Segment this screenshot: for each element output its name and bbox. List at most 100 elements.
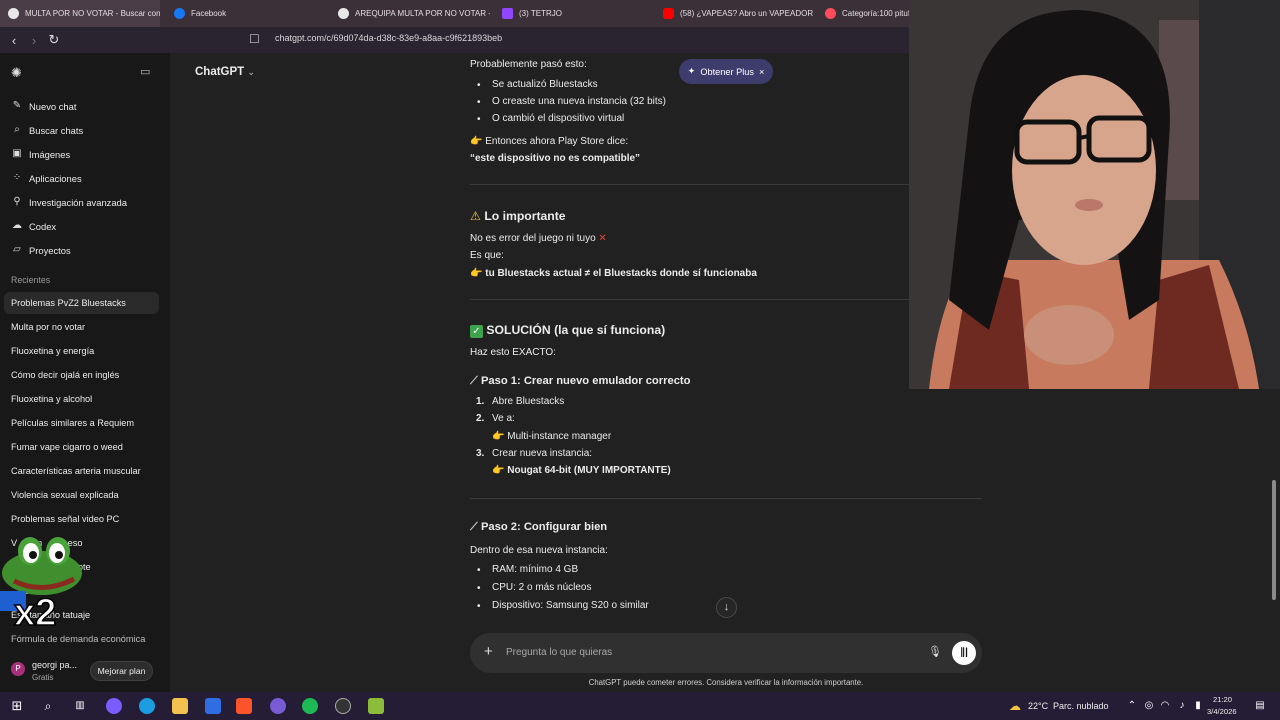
chat-item[interactable]: Multa por no votar (0, 316, 166, 338)
mail-icon[interactable] (205, 698, 221, 714)
sidebar-toggle-icon[interactable]: ▭ (140, 65, 150, 78)
divider (470, 299, 982, 300)
volume-icon[interactable]: ♪ (1174, 698, 1190, 714)
bullet-dot: • (477, 114, 481, 125)
chevron-up-icon[interactable]: ⌃ (1124, 698, 1140, 714)
message-text: 👉 tu Bluestacks actual ≠ el Bluestacks d… (470, 268, 757, 279)
sidebar-item-images[interactable]: ▣ Imágenes (0, 143, 168, 165)
bluestacks-icon[interactable] (368, 698, 384, 714)
message-text: No es error del juego ni tuyo ✕ (470, 233, 607, 244)
important-heading: Lo importante (484, 209, 566, 223)
battery-icon[interactable]: ▮ (1190, 698, 1206, 714)
edge-icon[interactable] (139, 698, 155, 714)
discord-icon[interactable] (270, 698, 286, 714)
sidebar-item-projects[interactable]: ▱ Proyectos (0, 239, 168, 261)
bullet-dot: • (477, 97, 481, 108)
chat-item[interactable]: Problemas señal video PC (0, 508, 166, 530)
task-view-icon[interactable]: ▥ (72, 698, 88, 714)
chat-item[interactable]: Violencia sexual explicada (0, 484, 166, 506)
sidebar-item-label: Imágenes (29, 148, 71, 160)
chat-item[interactable]: Características arteria muscular (0, 460, 166, 482)
avatar: P (11, 662, 25, 676)
browser-tab[interactable]: Facebook (166, 0, 326, 27)
wand-icon: ⟋ (470, 375, 478, 387)
bullet-dot: • (477, 601, 481, 612)
chat-item[interactable]: Fluoxetina y energía (0, 340, 166, 362)
model-title: ChatGPT (195, 66, 245, 78)
notification-icon[interactable]: ▤ (1252, 698, 1268, 714)
app-tray-icon[interactable]: ◎ (1141, 698, 1157, 714)
chat-item[interactable]: Problemas PvZ2 Bluestacks (4, 292, 159, 314)
section-heading: ⚠ Lo importante (470, 209, 566, 223)
file-explorer-icon[interactable] (172, 698, 188, 714)
upgrade-plan-button[interactable]: Mejorar plan (90, 661, 153, 681)
step1-heading: Paso 1: Crear nuevo emulador correcto (480, 375, 691, 387)
prompt-input[interactable]: Pregunta lo que quieras (506, 647, 612, 658)
image-icon: ▣ (12, 148, 22, 159)
spotify-icon[interactable] (302, 698, 318, 714)
cloud-code-icon: ☁ (12, 220, 22, 231)
bookmark-icon[interactable]: ☐ (249, 32, 260, 46)
frog-text: x2 (14, 592, 56, 633)
twitch-icon (502, 8, 513, 19)
search-icon[interactable]: ⌕ (40, 698, 56, 714)
step-heading: ⟋ Paso 1: Crear nuevo emulador correcto (470, 375, 690, 388)
browser-tab[interactable]: (58) ¿VAPEAS? Abro un VAPEADOR c (655, 0, 815, 27)
plus-icon[interactable]: + (484, 643, 493, 660)
wifi-icon[interactable]: ◠ (1157, 698, 1173, 714)
quote-text: “este dispositivo no es compatible” (470, 153, 641, 164)
profile-section[interactable]: P georgi pa... Gratis Mejorar plan (0, 652, 170, 692)
browser-tab[interactable]: MULTA POR NO VOTAR - Buscar con (0, 0, 160, 27)
list-number: 2. (476, 413, 485, 424)
waveform-icon: ∥| (960, 647, 968, 658)
sidebar-item-codex[interactable]: ☁ Codex (0, 215, 168, 237)
obs-icon[interactable] (335, 698, 351, 714)
openai-logo-icon[interactable]: ✺ (11, 65, 22, 81)
clock-time[interactable]: 21:20 (1213, 695, 1232, 704)
sidebar-item-label: Nuevo chat (29, 100, 77, 112)
copilot-icon[interactable] (106, 698, 122, 714)
weather-desc[interactable]: Parc. nublado (1053, 701, 1109, 711)
sidebar-item-search[interactable]: ⌕ Buscar chats (0, 119, 168, 141)
scrollbar[interactable] (1272, 480, 1276, 600)
reload-icon[interactable]: ↻ (44, 32, 64, 48)
browser-tab[interactable]: AREQUIPA MULTA POR NO VOTAR - (330, 0, 490, 27)
brave-icon[interactable] (236, 698, 252, 714)
sidebar-item-new-chat[interactable]: ✎ Nuevo chat (0, 95, 168, 117)
list-number: 3. (476, 448, 485, 459)
sidebar-item-label: Codex (29, 220, 57, 232)
browser-tab[interactable]: Categoría:100 pitufo (817, 0, 909, 27)
pencil-square-icon: ✎ (12, 100, 22, 111)
playstore-line: Entonces ahora Play Store dice: (485, 136, 629, 147)
windows-start-icon[interactable]: ⊞ (9, 698, 25, 714)
weather-icon: ☁ (1009, 699, 1021, 713)
pointing-hand-icon: 👉 (470, 268, 483, 279)
forward-arrow-icon[interactable]: › (24, 33, 44, 48)
clock-date[interactable]: 3/4/2026 (1207, 707, 1237, 716)
scroll-down-button[interactable]: ↓ (716, 597, 737, 618)
chat-item[interactable]: Fumar vape cigarro o weed (0, 436, 166, 458)
microphone-icon[interactable]: 🎙 (928, 645, 942, 658)
sidebar-item-deep-research[interactable]: ⚲ Investigación avanzada (0, 191, 168, 213)
model-selector[interactable]: ChatGPT ⌄ (195, 66, 255, 78)
url-field[interactable]: chatgpt.com/c/69d074da-d38c-83e9-a8aa-c9… (275, 33, 502, 43)
list-item: Se actualizó Bluestacks (492, 79, 598, 90)
chat-item[interactable]: Cómo decir ojalá en inglés (0, 364, 166, 386)
frog-sticker-overlay: x2 (0, 537, 82, 633)
bullet-dot: • (477, 583, 481, 594)
list-item: RAM: mínimo 4 GB (492, 564, 579, 575)
chat-item[interactable]: Películas similares a Requiem (0, 412, 166, 434)
voice-mode-button[interactable]: ∥| (952, 641, 976, 665)
sub-item-text: Nougat 64-bit (MUY IMPORTANTE) (507, 465, 671, 476)
back-arrow-icon[interactable]: ‹ (4, 33, 24, 48)
chat-item[interactable]: Fluoxetina y alcohol (0, 388, 166, 410)
list-item: Crear nueva instancia: (492, 448, 593, 459)
sidebar-item-apps[interactable]: ⁘ Aplicaciones (0, 167, 168, 189)
taskbar: ⊞ ⌕ ▥ ☁ 22°C Parc. nublado ⌃ ◎ ◠ ♪ ▮ 21:… (0, 692, 1280, 720)
browser-tab[interactable]: (3) TETRJO (494, 0, 654, 27)
list-item: O creaste una nueva instancia (32 bits) (492, 96, 666, 107)
weather-temp[interactable]: 22°C (1028, 701, 1048, 711)
profile-plan: Gratis (32, 673, 54, 682)
important-bold-line: tu Bluestacks actual ≠ el Bluestacks don… (485, 268, 757, 279)
profile-name: georgi pa... (32, 660, 78, 670)
